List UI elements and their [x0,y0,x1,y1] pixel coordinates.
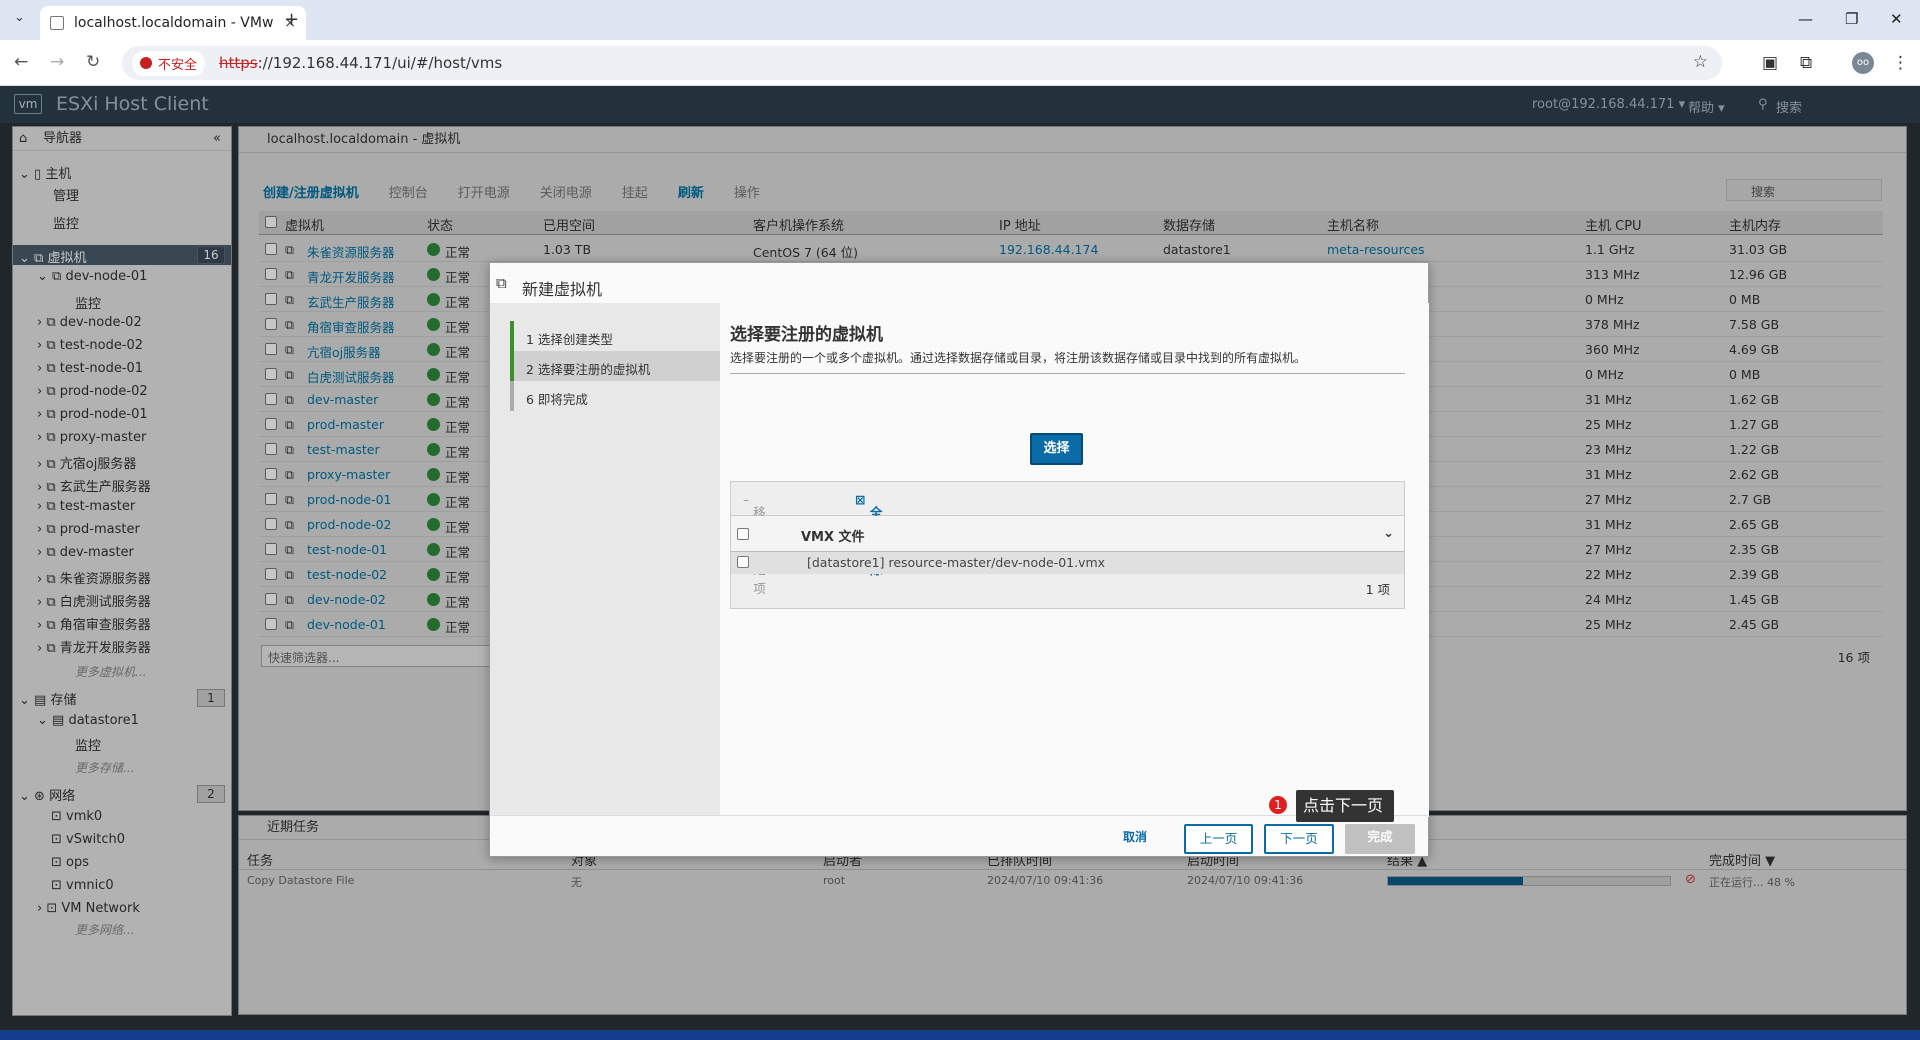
browser-tab[interactable]: localhost.localdomain - VMw × [40,6,306,40]
wizard-steps: 1 选择创建类型 2 选择要注册的虚拟机 6 即将完成 [510,321,720,761]
vmx-file-grid: – 移除选定项 ⊠ 全部移除 VMX 文件 ⌄ [datastore1] res… [730,481,1405,609]
restore-icon[interactable]: ❐ [1845,10,1858,28]
vmx-count: 1 项 [1365,582,1390,597]
new-vm-icon: ⧉ [496,274,507,292]
url-scheme: https [219,54,258,72]
step-select-vm[interactable]: 2 选择要注册的虚拟机 [510,351,720,381]
wizard-content: 选择要注册的虚拟机 选择要注册的一个或多个虚拟机。通过选择数据存储或目录，将注册… [720,303,1429,817]
next-button[interactable]: 下一页 [1264,824,1334,854]
new-tab-button[interactable]: + [284,9,299,30]
extension-icon[interactable]: ▣ [1762,53,1778,73]
browser-toolbar: ← → ↻ 不安全 https ://192.168.44.171/ui/#/h… [0,40,1920,86]
cancel-button[interactable]: 取消 [1110,824,1160,854]
bookmark-star-icon[interactable]: ☆ [1693,52,1708,72]
vmx-file-path: [datastore1] resource-master/dev-node-01… [807,555,1106,570]
tab-search-icon[interactable]: ⌄ [14,10,25,25]
vmx-grid-header: VMX 文件 ⌄ [731,516,1404,552]
security-warning[interactable]: 不安全 [132,50,206,76]
remove-all-button[interactable]: ⊠ 全部移除 [855,492,882,577]
column-menu-icon[interactable]: ⌄ [1383,526,1394,541]
vmx-grid-toolbar: – 移除选定项 ⊠ 全部移除 [731,482,1404,596]
address-bar[interactable]: 不安全 https ://192.168.44.171/ui/#/host/vm… [122,46,1722,80]
step-select-type[interactable]: 1 选择创建类型 [510,321,720,351]
puzzle-icon[interactable]: ⧉ [1800,53,1812,73]
forward-icon[interactable]: → [50,52,64,72]
menu-icon[interactable]: ⋮ [1892,53,1909,73]
vmx-file-row[interactable]: [datastore1] resource-master/dev-node-01… [731,552,1404,574]
dialog-footer: 取消 上一页 下一页 完成 [490,815,1428,856]
dialog-title: ⧉ 新建虚拟机 [490,263,1428,303]
vmx-row-checkbox[interactable] [737,556,749,568]
warning-icon [140,57,152,69]
remove-selected-button[interactable]: – 移除选定项 [743,492,766,596]
hint-tooltip: 点击下一页 [1296,790,1394,822]
minimize-icon[interactable]: — [1798,10,1813,28]
content-heading: 选择要注册的虚拟机 [730,325,883,345]
browser-tab-strip: ⌄ localhost.localdomain - VMw × + — ❐ ✕ [0,0,1920,40]
step-badge: 1 [1269,796,1287,814]
reload-icon[interactable]: ↻ [86,52,100,72]
finish-button[interactable]: 完成 [1345,824,1415,854]
tab-title: localhost.localdomain - VMw [74,15,274,31]
previous-button[interactable]: 上一页 [1184,824,1253,854]
back-icon[interactable]: ← [14,52,28,72]
step-finish[interactable]: 6 即将完成 [510,381,720,411]
url-path: ://192.168.44.171/ui/#/host/vms [257,54,503,72]
content-description: 选择要注册的一个或多个虚拟机。通过选择数据存储或目录，将注册该数据存储或目录中找… [730,349,1405,374]
vmx-select-all-checkbox[interactable] [737,528,749,540]
profile-avatar[interactable]: oo [1852,52,1874,74]
select-button[interactable]: 选择 [1030,433,1083,465]
col-vmx-file[interactable]: VMX 文件 [801,526,865,545]
new-vm-dialog: ⧉ 新建虚拟机 1 选择创建类型 2 选择要注册的虚拟机 6 即将完成 选择要注… [489,262,1429,857]
favicon-icon [50,16,64,30]
close-window-icon[interactable]: ✕ [1890,10,1903,28]
